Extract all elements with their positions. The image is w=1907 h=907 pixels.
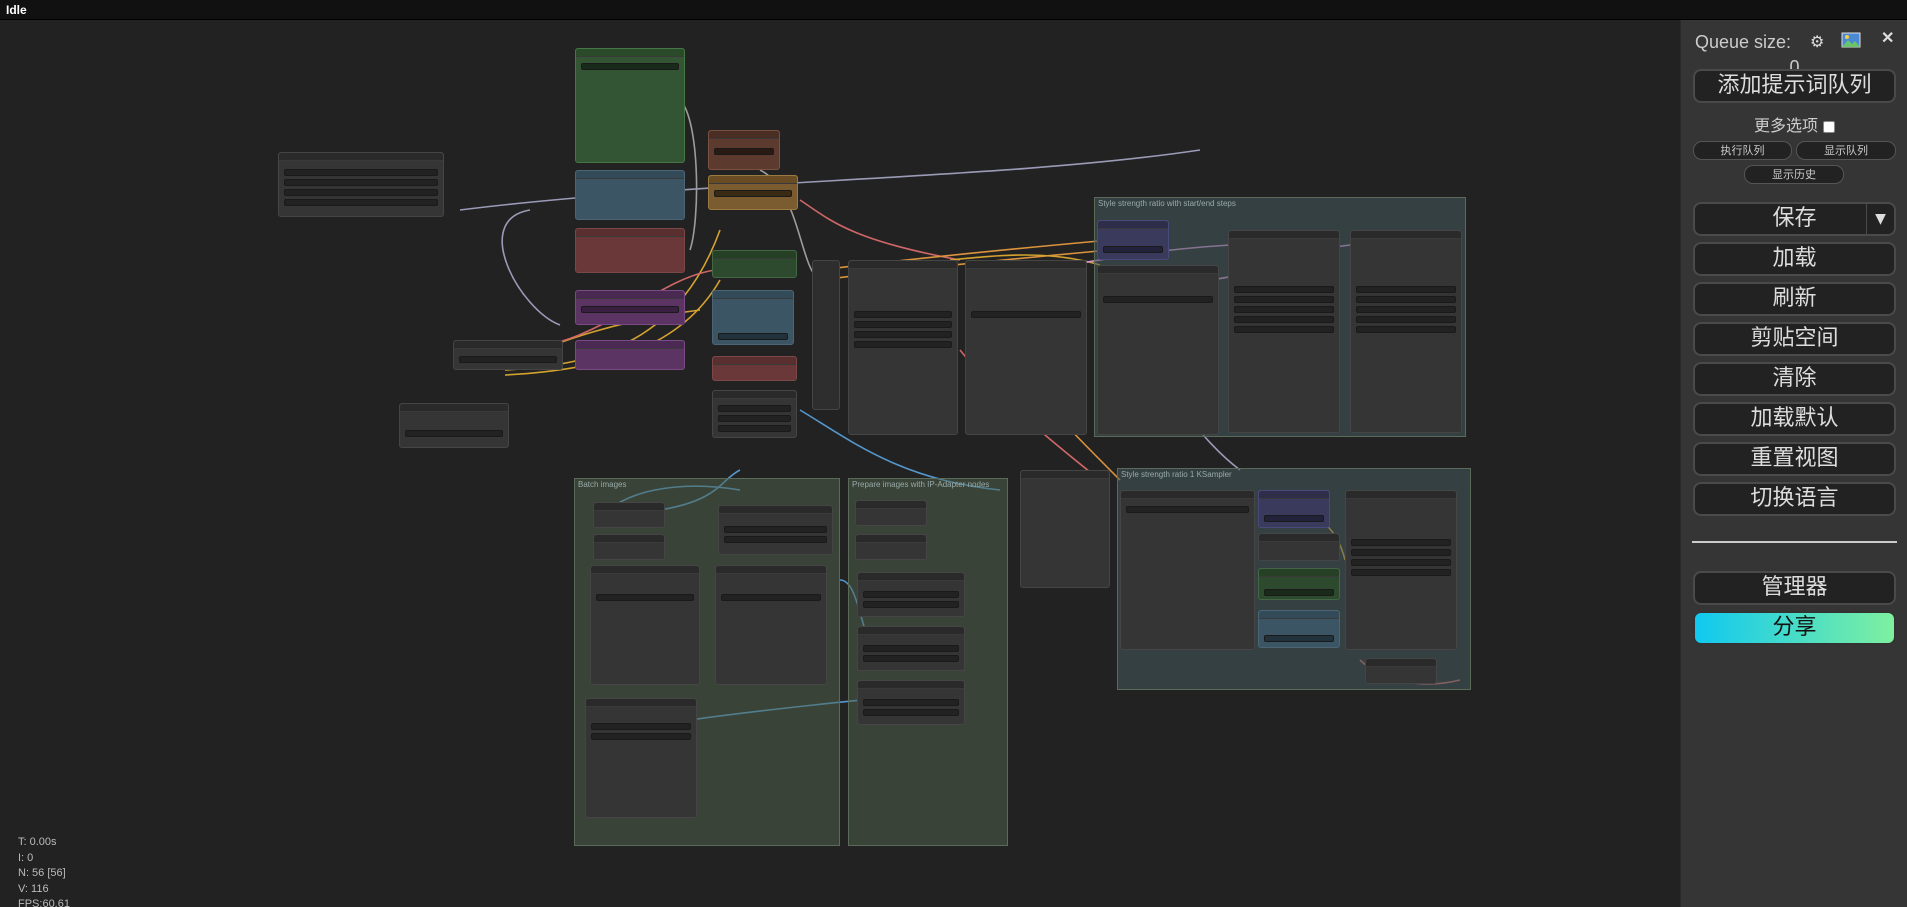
node-group2-c[interactable] [1345, 490, 1457, 650]
clear-button[interactable]: 清除 [1693, 362, 1896, 396]
group-title: Style strength ratio with start/end step… [1098, 199, 1236, 208]
node-group2-purple[interactable] [1258, 490, 1330, 528]
window-titlebar: Idle [0, 0, 1907, 20]
node-clip-text[interactable] [575, 170, 685, 220]
close-icon[interactable]: ✕ [1881, 28, 1894, 48]
node-ksampler-b[interactable] [965, 260, 1087, 435]
node-group2-d[interactable] [1365, 658, 1437, 684]
group-title: Prepare images with IP-Adapter nodes [852, 480, 990, 489]
node-group1-b[interactable] [1228, 230, 1340, 433]
canvas-stats: T: 0.00s I: 0 N: 56 [56] V: 116 FPS:60.6… [18, 835, 70, 907]
node-negative-prompt[interactable] [575, 228, 685, 273]
show-queue-button[interactable]: 显示队列 [1796, 141, 1896, 160]
menu-panel: Queue size: ⚙ ✕ 0 添加提示词队列 更多选项 执行队列 显示队列… [1680, 20, 1907, 907]
node-reroutes[interactable] [812, 260, 840, 410]
queue-size-label: Queue size: [1695, 32, 1792, 52]
switch-language-button[interactable]: 切换语言 [1693, 482, 1896, 516]
node-brown-b[interactable] [708, 175, 798, 210]
share-button[interactable]: 分享 [1693, 611, 1896, 645]
clipspace-button[interactable]: 剪贴空间 [1693, 322, 1896, 356]
gear-icon[interactable]: ⚙ [1810, 32, 1824, 52]
load-default-button[interactable]: 加载默认 [1693, 402, 1896, 436]
node-grey-list[interactable] [712, 390, 797, 438]
node-brown-a[interactable] [708, 130, 780, 170]
node-green-small[interactable] [712, 250, 797, 278]
node-group2-b[interactable] [1258, 533, 1340, 561]
more-options-label: 更多选项 [1753, 116, 1818, 135]
stat-vertices: V: 116 [18, 882, 49, 895]
node-group1-c[interactable] [1350, 230, 1462, 433]
refresh-button[interactable]: 刷新 [1693, 282, 1896, 316]
save-button[interactable]: 保存 ▼ [1693, 202, 1896, 236]
node-load-image-1[interactable] [593, 502, 665, 528]
node-group1-a[interactable] [1097, 265, 1219, 435]
stat-nodes: N: 56 [56] [18, 867, 66, 879]
panel-divider [1692, 541, 1897, 543]
node-purple-model[interactable] [1097, 220, 1169, 260]
node-purple-a[interactable] [575, 290, 685, 325]
save-label: 保存 [1772, 206, 1817, 231]
node-loader-left[interactable] [278, 152, 444, 217]
node-batch-c[interactable] [715, 565, 827, 685]
chevron-down-icon[interactable]: ▼ [1866, 204, 1894, 234]
node-prep-e[interactable] [857, 680, 965, 725]
add-prompt-queue-button[interactable]: 添加提示词队列 [1693, 69, 1896, 103]
load-button[interactable]: 加载 [1693, 242, 1896, 276]
group-title: Style strength ratio 1 KSampler [1121, 470, 1232, 479]
node-purple-b[interactable] [575, 340, 685, 370]
node-group2-a[interactable] [1120, 490, 1255, 650]
node-batch-b[interactable] [590, 565, 700, 685]
node-prep-d[interactable] [857, 626, 965, 671]
stat-time: T: 0.00s [18, 836, 57, 848]
node-prep-a[interactable] [855, 500, 927, 526]
node-positive-prompt[interactable] [575, 48, 685, 163]
node-blue-medium[interactable] [712, 290, 794, 345]
manager-button[interactable]: 管理器 [1693, 571, 1896, 605]
more-options-checkbox[interactable] [1823, 120, 1836, 133]
group-title: Batch images [578, 480, 627, 489]
node-ksampler-a[interactable] [848, 260, 958, 435]
node-batch-a[interactable] [718, 505, 833, 555]
reset-view-button[interactable]: 重置视图 [1693, 442, 1896, 476]
node-group2-blue[interactable] [1258, 610, 1340, 648]
window-title: Idle [6, 3, 27, 17]
stat-fps: FPS:60.61 [18, 898, 70, 907]
more-options: 更多选项 [1681, 112, 1907, 136]
node-group2-green[interactable] [1258, 568, 1340, 600]
node-graph-canvas[interactable]: Style strength ratio with start/end step… [0, 20, 1680, 907]
node-prep-c[interactable] [857, 572, 965, 617]
node-small-b[interactable] [399, 403, 509, 448]
show-history-button[interactable]: 显示历史 [1744, 165, 1844, 184]
node-middle-lone[interactable] [1020, 470, 1110, 588]
node-red-small[interactable] [712, 356, 797, 381]
node-prep-b[interactable] [855, 534, 927, 560]
exec-queue-button[interactable]: 执行队列 [1693, 141, 1792, 160]
node-small-a[interactable] [453, 340, 563, 370]
node-batch-d[interactable] [585, 698, 697, 818]
link-layer [459, 99, 1461, 721]
stat-iterations: I: 0 [18, 851, 34, 864]
node-load-image-2[interactable] [593, 534, 665, 560]
image-icon[interactable] [1841, 32, 1861, 53]
